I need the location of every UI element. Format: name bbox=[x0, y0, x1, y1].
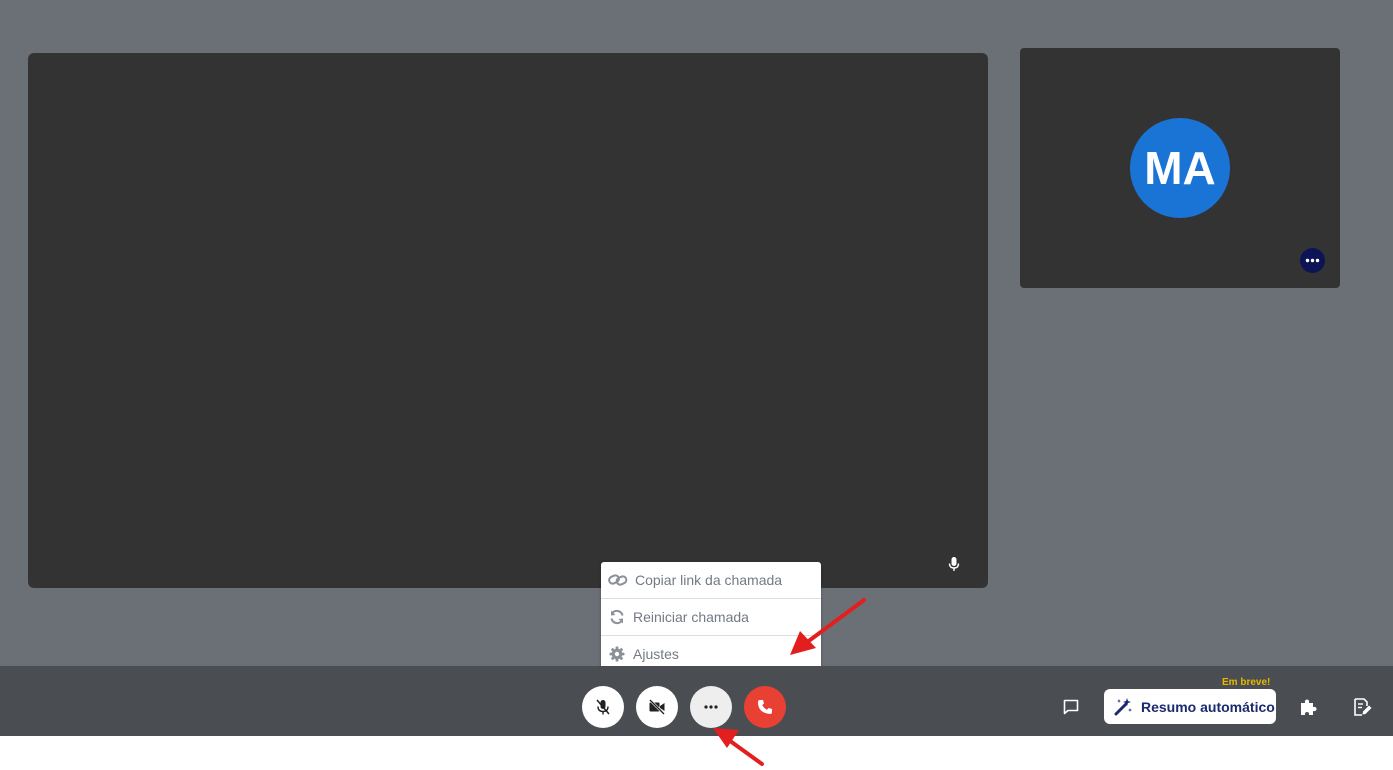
mute-microphone-button[interactable] bbox=[582, 686, 624, 728]
chat-icon bbox=[1063, 699, 1079, 715]
menu-item-label: Copiar link da chamada bbox=[635, 572, 783, 588]
mic-icon bbox=[948, 557, 960, 571]
phone-icon bbox=[758, 700, 772, 714]
call-toolbar: Em breve! Resumo automático bbox=[0, 666, 1393, 736]
main-video-tile[interactable] bbox=[28, 53, 988, 588]
participant-avatar: MA bbox=[1130, 118, 1230, 218]
chat-button[interactable] bbox=[1060, 696, 1082, 718]
link-icon bbox=[607, 570, 629, 590]
more-icon bbox=[1305, 258, 1320, 263]
more-icon bbox=[704, 705, 718, 709]
participant-tile[interactable]: MA bbox=[1020, 48, 1340, 288]
auto-summary-button[interactable]: Resumo automático bbox=[1104, 689, 1276, 724]
annotation-arrow-icon bbox=[790, 598, 866, 655]
extensions-button[interactable] bbox=[1297, 696, 1319, 718]
gear-icon bbox=[607, 644, 627, 664]
auto-summary-label: Resumo automático bbox=[1141, 698, 1275, 715]
coming-soon-badge: Em breve! bbox=[1222, 677, 1271, 688]
annotation-arrow-icon bbox=[713, 728, 764, 766]
puzzle-icon bbox=[1301, 699, 1317, 715]
participant-options-button[interactable] bbox=[1300, 248, 1325, 273]
refresh-icon bbox=[607, 607, 627, 627]
magic-wand-icon bbox=[1113, 697, 1133, 717]
camera-off-icon bbox=[649, 699, 665, 715]
edit-document-icon bbox=[1354, 698, 1372, 716]
mic-off-icon bbox=[596, 699, 610, 715]
notes-button[interactable] bbox=[1351, 696, 1373, 718]
menu-item-label: Reiniciar chamada bbox=[633, 609, 749, 625]
menu-item-copy-link[interactable]: Copiar link da chamada bbox=[601, 562, 821, 599]
menu-item-label: Ajustes bbox=[633, 646, 679, 662]
toggle-camera-button[interactable] bbox=[636, 686, 678, 728]
